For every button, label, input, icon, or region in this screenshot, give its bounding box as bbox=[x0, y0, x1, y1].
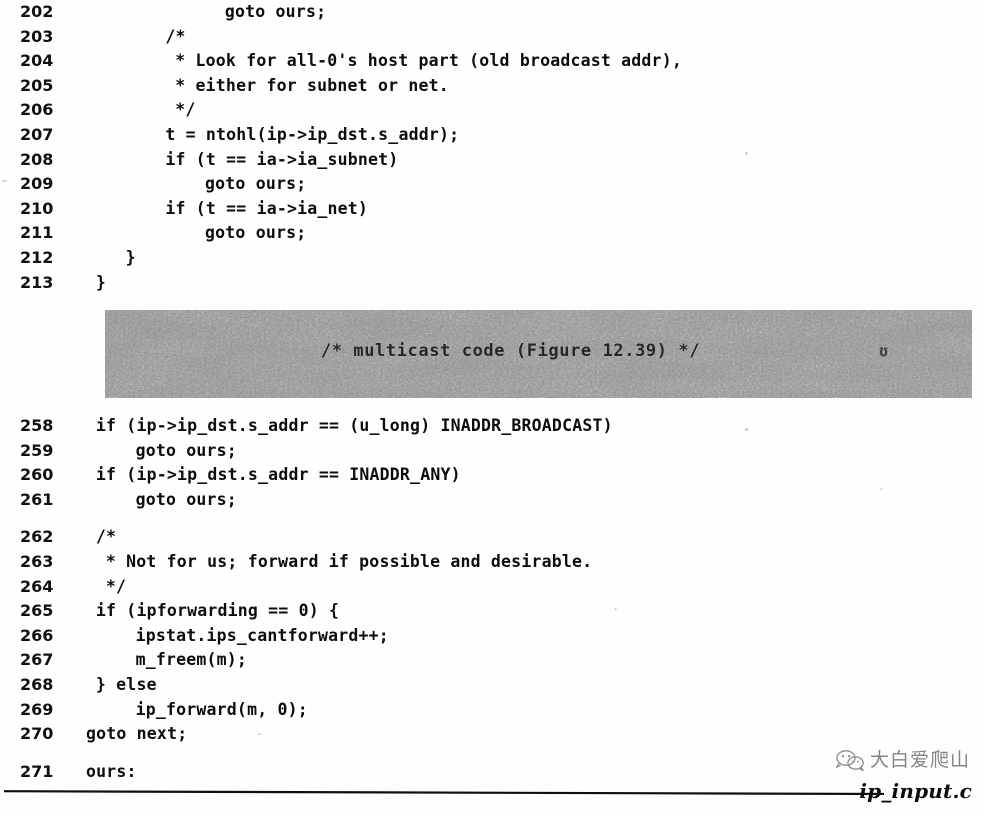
line-number: 261 bbox=[20, 489, 54, 509]
code-text: if (ip->ip_dst.s_addr == (u_long) INADDR… bbox=[95, 416, 613, 435]
line-number: 271 bbox=[20, 761, 54, 781]
line-number: 266 bbox=[20, 625, 54, 645]
code-line: 265 if (ipforwarding == 0) { bbox=[0, 599, 984, 624]
bottom-rule bbox=[4, 790, 884, 795]
code-text: /* bbox=[95, 527, 117, 547]
code-text: } else bbox=[95, 674, 157, 694]
multicast-code-band: /* multicast code (Figure 12.39) */ ʊ bbox=[105, 310, 972, 398]
code-line: 262 /* bbox=[0, 525, 984, 550]
line-number: 270 bbox=[20, 724, 54, 744]
code-line: 212} bbox=[0, 246, 984, 271]
code-line: 270 goto next; bbox=[0, 722, 984, 747]
code-block-258-271: 258 if (ip->ip_dst.s_addr == (u_long) INA… bbox=[0, 414, 984, 784]
code-line: 205 * either for subnet or net. bbox=[0, 74, 984, 99]
watermark-label: 大白爱爬山 bbox=[869, 748, 970, 771]
code-line: 268 } else bbox=[0, 673, 984, 698]
code-text: m_freem(m); bbox=[135, 650, 248, 670]
code-text: * either for subnet or net. bbox=[175, 75, 449, 95]
code-text: goto ours; bbox=[205, 223, 307, 243]
code-text: if (t == ia->ia_net) bbox=[165, 198, 369, 218]
line-number: 260 bbox=[20, 465, 54, 485]
code-line: 263 * Not for us; forward if possible and… bbox=[0, 550, 984, 575]
code-text: if (ip->ip_dst.s_addr == INADDR_ANY) bbox=[95, 465, 461, 485]
line-number: 213 bbox=[20, 272, 54, 292]
code-text: */ bbox=[105, 576, 127, 596]
code-text: /* bbox=[165, 26, 186, 46]
code-line: 264 */ bbox=[0, 575, 984, 600]
code-text: if (t == ia->ia_subnet) bbox=[165, 149, 399, 169]
line-number: 203 bbox=[20, 26, 54, 46]
line-number: 208 bbox=[20, 149, 54, 169]
code-line: 211 goto ours; bbox=[0, 221, 984, 246]
code-text: ipstat.ips_cantforward++; bbox=[135, 625, 389, 645]
code-line: 269 ip_forward(m, 0); bbox=[0, 698, 984, 723]
line-number: 259 bbox=[20, 440, 54, 460]
line-number: 258 bbox=[20, 416, 54, 435]
code-line: 260 if (ip->ip_dst.s_addr == INADDR_ANY) bbox=[0, 463, 984, 488]
line-number: 210 bbox=[20, 198, 54, 218]
line-number: 205 bbox=[20, 75, 54, 95]
line-number: 202 bbox=[20, 2, 54, 21]
code-text: goto ours; bbox=[135, 440, 237, 460]
code-text: } bbox=[95, 272, 107, 292]
code-line: 213} bbox=[0, 271, 984, 296]
line-number: 263 bbox=[20, 551, 54, 571]
code-text: ip_forward(m, 0); bbox=[135, 699, 308, 719]
band-stray-glyph: ʊ bbox=[878, 342, 888, 360]
code-line: 258 if (ip->ip_dst.s_addr == (u_long) INA… bbox=[0, 414, 984, 439]
code-text: goto ours; bbox=[205, 174, 307, 194]
scanned-page: 202 goto ours; 203 /* 204 * Look for all-0's … bbox=[0, 0, 984, 816]
line-number: 269 bbox=[20, 699, 54, 719]
code-text: if (ipforwarding == 0) { bbox=[95, 601, 340, 621]
code-text: goto next; bbox=[86, 724, 188, 744]
code-line: 259 goto ours; bbox=[0, 439, 984, 464]
code-block-202-213: 202 goto ours; 203 /* 204 * Look for all-0's … bbox=[0, 0, 984, 295]
code-line: 202 goto ours; bbox=[0, 0, 984, 25]
code-text: * Look for all-0's host part (old broadc… bbox=[175, 51, 682, 71]
line-number: 206 bbox=[20, 100, 54, 120]
code-text: ours: bbox=[86, 761, 137, 781]
line-number: 262 bbox=[20, 527, 54, 547]
code-line: 266 ipstat.ips_cantforward++; bbox=[0, 624, 984, 649]
line-number: 268 bbox=[20, 674, 54, 694]
code-line: 209 goto ours; bbox=[0, 172, 984, 197]
code-line: 206 */ bbox=[0, 98, 984, 123]
code-text: * Not for us; forward if possible and de… bbox=[105, 551, 593, 571]
line-number: 207 bbox=[20, 124, 54, 144]
file-caption: ip_input.c bbox=[859, 779, 972, 803]
line-number: 211 bbox=[20, 223, 54, 243]
line-number: 212 bbox=[20, 247, 54, 267]
line-number: 264 bbox=[20, 576, 54, 596]
code-line: 203 /* bbox=[0, 25, 984, 50]
code-line: 210 if (t == ia->ia_net) bbox=[0, 197, 984, 222]
code-line: 204 * Look for all-0's host part (old bro… bbox=[0, 49, 984, 74]
line-number: 209 bbox=[20, 174, 54, 194]
wechat-logo-icon bbox=[835, 750, 864, 772]
line-number: 265 bbox=[20, 601, 54, 621]
code-text: t = ntohl(ip->ip_dst.s_addr); bbox=[165, 124, 460, 144]
code-text: goto ours; bbox=[224, 2, 327, 21]
band-caption: /* multicast code (Figure 12.39) */ bbox=[320, 341, 701, 361]
code-text: goto ours; bbox=[135, 489, 237, 509]
line-number: 204 bbox=[20, 51, 54, 71]
code-line: 267 m_freem(m); bbox=[0, 648, 984, 673]
code-line: 261 goto ours; bbox=[0, 488, 984, 513]
code-text: } bbox=[125, 247, 136, 267]
code-line: 207 t = ntohl(ip->ip_dst.s_addr); bbox=[0, 123, 984, 148]
watermark: 大白爱爬山 bbox=[835, 748, 970, 772]
code-text: */ bbox=[175, 100, 196, 120]
code-line: 208 if (t == ia->ia_subnet) bbox=[0, 148, 984, 173]
line-number: 267 bbox=[20, 650, 54, 670]
